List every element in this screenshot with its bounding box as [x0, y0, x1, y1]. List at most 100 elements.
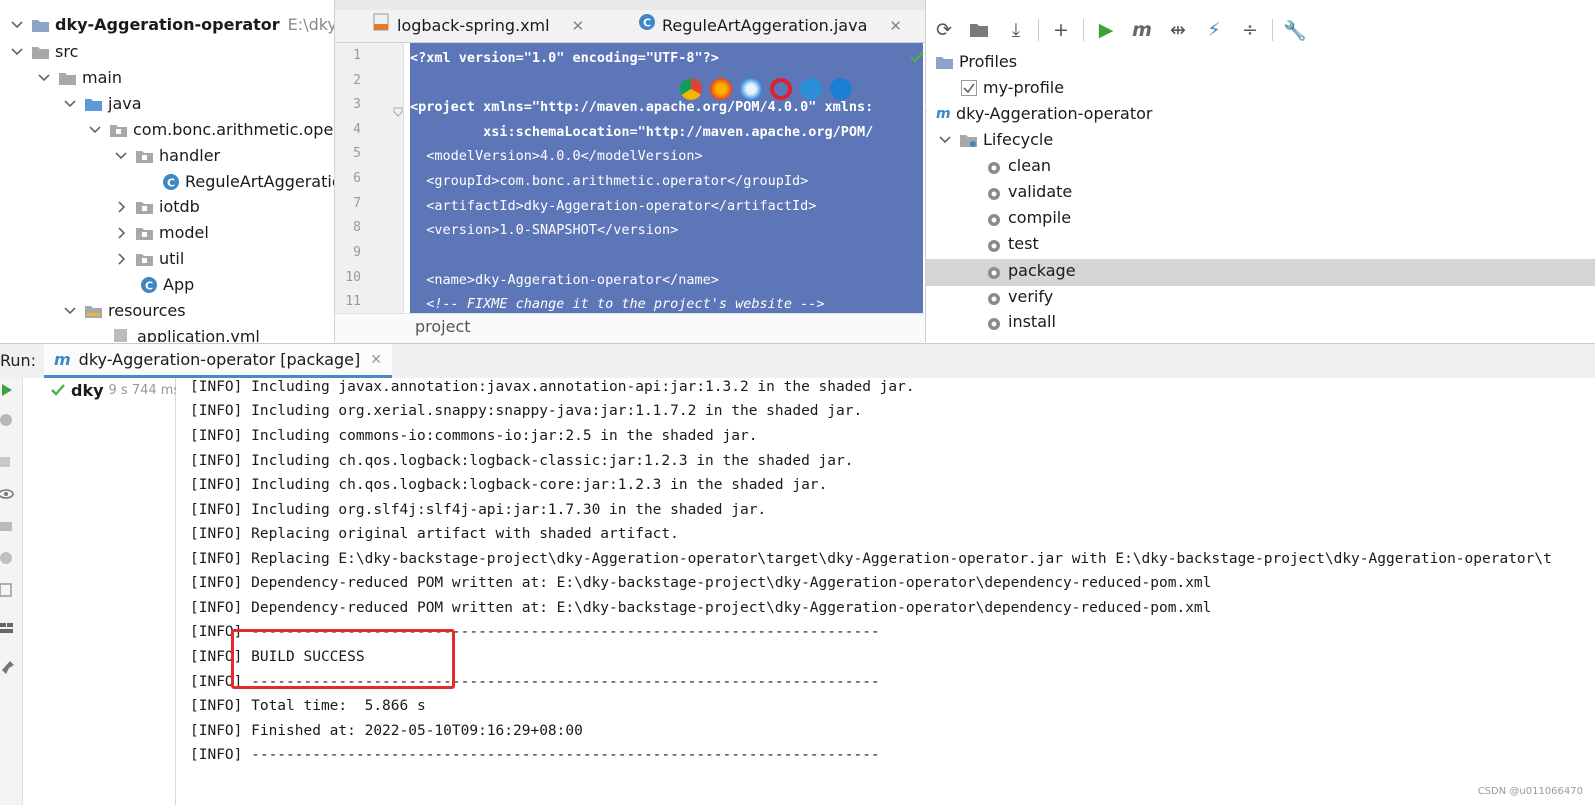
maven-goal-icon[interactable]: m: [1124, 12, 1160, 48]
maven-profiles-node[interactable]: Profiles: [926, 49, 1017, 75]
settings-icon[interactable]: [0, 550, 16, 566]
console-line: [INFO] Finished at: 2022-05-10T09:16:29+…: [190, 723, 583, 739]
maven-project-node[interactable]: m dky-Aggeration-operator: [926, 101, 1152, 127]
watermark: CSDN @u011066470: [1477, 786, 1583, 797]
chevron-down-icon[interactable]: [63, 304, 77, 318]
svg-text:C: C: [643, 17, 651, 30]
lifecycle-phase-clean[interactable]: clean: [986, 153, 1051, 179]
gear-icon: [986, 314, 1002, 330]
tree-item-handler[interactable]: handler: [114, 143, 220, 169]
tree-item-model[interactable]: model: [114, 220, 209, 246]
run-icon[interactable]: ▶: [1088, 12, 1124, 48]
tree-item-application-yml[interactable]: application.yml: [114, 324, 260, 342]
console-line: [INFO] Including org.slf4j:slf4j-api:jar…: [190, 502, 767, 518]
download-icon[interactable]: ⤓: [998, 12, 1034, 48]
collapse-all-icon[interactable]: ÷: [1232, 12, 1268, 48]
maven-lifecycle-node[interactable]: Lifecycle: [938, 127, 1053, 153]
gear-icon: [986, 289, 1002, 305]
chrome-icon[interactable]: [680, 78, 702, 100]
tree-label: App: [163, 275, 195, 294]
package-icon: [110, 124, 127, 137]
tree-item-java[interactable]: java: [63, 91, 142, 117]
safari-icon[interactable]: [740, 78, 762, 100]
lifecycle-phase-install[interactable]: install: [986, 309, 1056, 335]
lifecycle-phase-test[interactable]: test: [986, 231, 1039, 257]
refresh-icon[interactable]: ⟳: [926, 12, 962, 48]
tab-logback-spring[interactable]: logback-spring.xml ✕: [373, 10, 584, 42]
pin-icon[interactable]: [0, 660, 16, 676]
chevron-down-icon[interactable]: [926, 55, 928, 69]
console-output[interactable]: [INFO] Including javax.annotation:javax.…: [176, 378, 1595, 805]
chevron-down-icon[interactable]: [926, 107, 928, 121]
chevron-down-icon[interactable]: [37, 71, 51, 85]
lifecycle-phase-verify[interactable]: verify: [986, 284, 1053, 310]
phase-label: install: [1008, 312, 1056, 331]
chevron-down-icon[interactable]: [114, 149, 128, 163]
ie-icon[interactable]: [800, 78, 822, 100]
project-root-label: dky-Aggeration-operator: [55, 15, 280, 34]
camera-icon[interactable]: [0, 518, 16, 534]
rerun-icon[interactable]: [0, 382, 16, 398]
phase-label: test: [1008, 234, 1039, 253]
tab-regule-art-aggeration[interactable]: C ReguleArtAggeration.java ✕: [638, 10, 902, 42]
toggle-offline-icon[interactable]: ⇹: [1160, 12, 1196, 48]
add-folder-icon[interactable]: [962, 12, 998, 48]
line-number: 10: [345, 270, 361, 285]
run-tab-package[interactable]: m dky-Aggeration-operator [package] ✕: [44, 344, 392, 378]
line-number: 6: [353, 171, 361, 186]
editor-tab-bar: logback-spring.xml ✕ C ReguleArtAggerati…: [335, 10, 925, 43]
phase-label: compile: [1008, 208, 1072, 227]
breadcrumb[interactable]: project: [415, 317, 471, 336]
tree-root[interactable]: dky-Aggeration-operator E:\dky-backst: [10, 12, 334, 38]
opera-icon[interactable]: [770, 78, 792, 100]
lifecycle-phase-validate[interactable]: validate: [986, 179, 1072, 205]
package-icon: [136, 253, 153, 266]
tree-item-app[interactable]: C App: [140, 272, 194, 298]
skip-tests-icon[interactable]: ⚡: [1196, 12, 1232, 48]
eye-icon[interactable]: [0, 486, 16, 502]
inspection-ok-icon[interactable]: [910, 48, 924, 67]
firefox-icon[interactable]: [710, 78, 732, 100]
gear-icon: [986, 184, 1002, 200]
lifecycle-phase-package[interactable]: package: [986, 258, 1076, 284]
resources-folder-icon: [85, 305, 102, 318]
maven-icon: m: [54, 350, 71, 369]
line-number: 9: [353, 245, 361, 260]
chevron-down-icon[interactable]: [63, 97, 77, 111]
tree-item-src[interactable]: src: [10, 39, 78, 65]
console-line: [INFO] Including org.xerial.snappy:snapp…: [190, 403, 863, 419]
close-icon[interactable]: ✕: [370, 352, 382, 368]
chevron-right-icon[interactable]: [114, 252, 128, 266]
fold-marker-icon[interactable]: [393, 102, 403, 121]
tree-item-package[interactable]: com.bonc.arithmetic.opera: [88, 117, 334, 143]
lifecycle-phase-compile[interactable]: compile: [986, 205, 1071, 231]
maven-lifecycle-label: Lifecycle: [983, 130, 1054, 149]
close-icon[interactable]: ✕: [572, 9, 585, 43]
line-number: 2: [353, 73, 361, 88]
chevron-right-icon[interactable]: [114, 226, 128, 240]
stop-icon[interactable]: [0, 454, 16, 470]
profile-checkbox[interactable]: [961, 80, 977, 96]
edge-icon[interactable]: [830, 78, 852, 100]
exit-icon[interactable]: [0, 582, 16, 598]
layout-icon[interactable]: [0, 620, 16, 636]
chevron-down-icon[interactable]: [938, 133, 952, 147]
tree-item-main[interactable]: main: [37, 65, 122, 91]
close-icon[interactable]: ✕: [889, 9, 902, 43]
chevron-down-icon[interactable]: [10, 45, 24, 59]
chevron-down-icon[interactable]: [88, 123, 102, 137]
add-icon[interactable]: +: [1043, 12, 1079, 48]
wrench-icon[interactable]: 🔧: [1277, 12, 1313, 48]
tree-item-util[interactable]: util: [114, 246, 184, 272]
tree-item-iotdb[interactable]: iotdb: [114, 194, 200, 220]
chevron-right-icon[interactable]: [114, 200, 128, 214]
debug-icon[interactable]: [0, 412, 16, 428]
folder-icon: [59, 72, 76, 85]
run-result-item[interactable]: dky 9 s 744 ms: [51, 378, 180, 404]
tree-item-resources[interactable]: resources: [63, 298, 186, 324]
chevron-down-icon[interactable]: [10, 18, 24, 32]
maven-profile-item[interactable]: my-profile: [961, 75, 1064, 101]
gear-icon: [986, 236, 1002, 252]
code-line: xsi:schemaLocation="http://maven.apache.…: [410, 124, 874, 140]
tree-item-class[interactable]: C ReguleArtAggeratio: [162, 169, 334, 195]
